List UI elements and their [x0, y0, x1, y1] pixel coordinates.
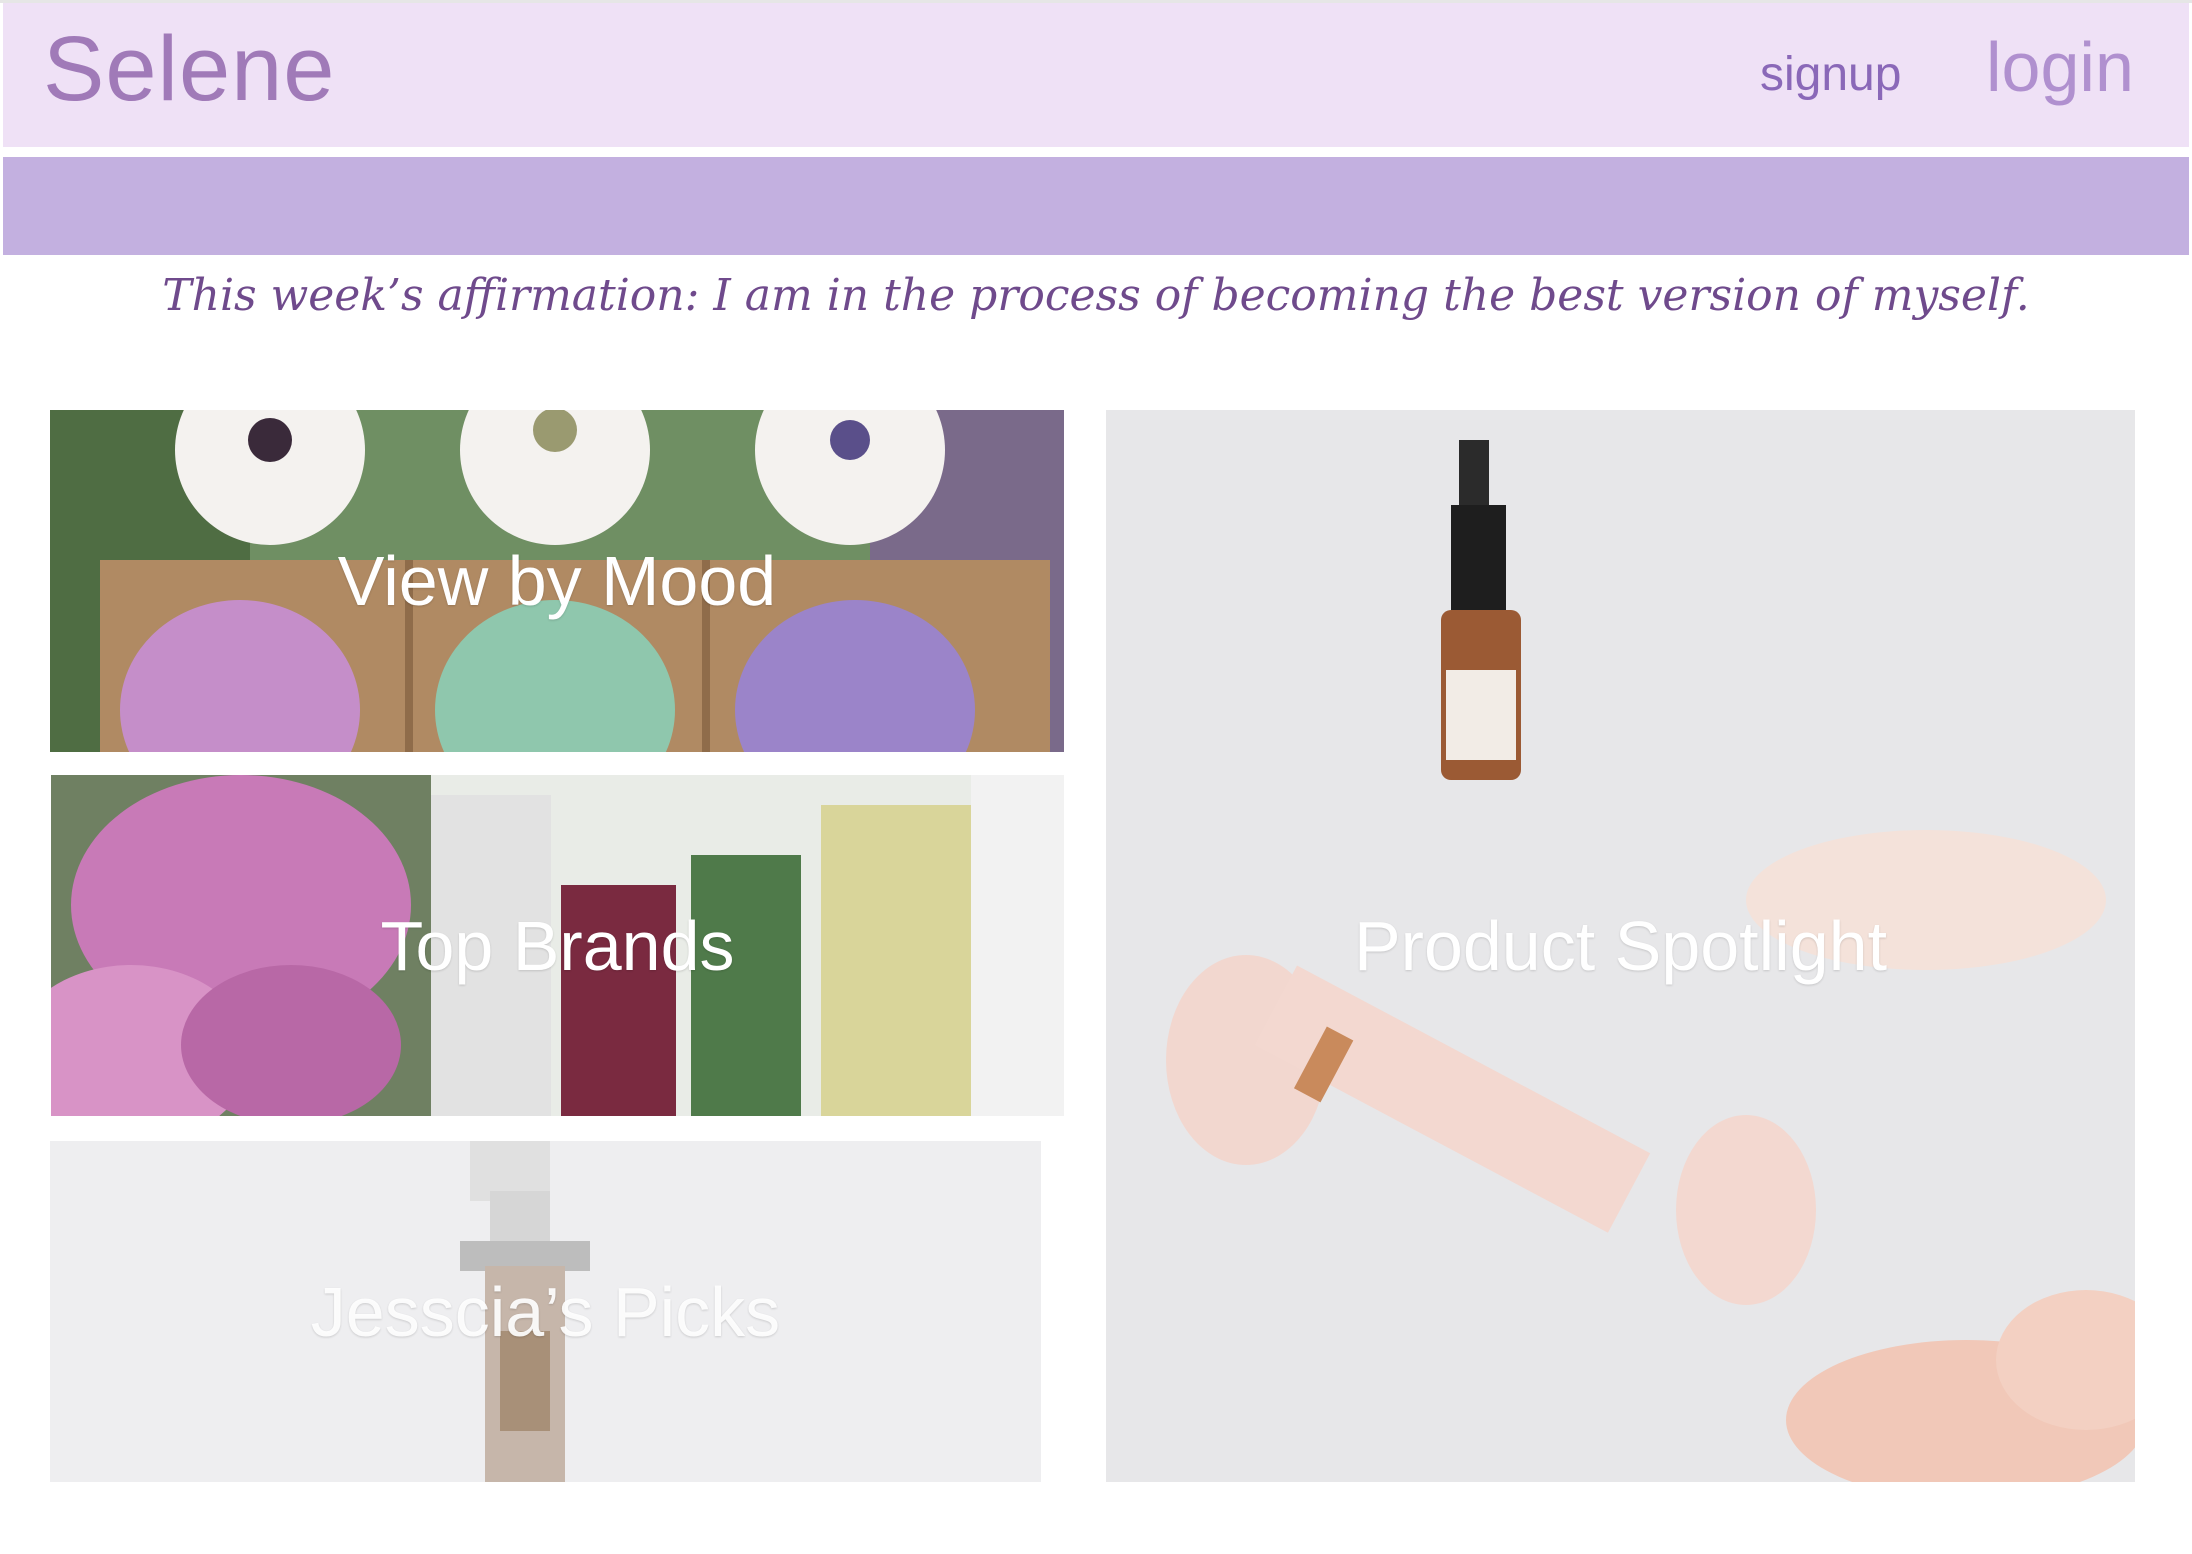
login-link[interactable]: login: [1986, 27, 2134, 107]
nav-band: [3, 157, 2189, 255]
product-spotlight-tile[interactable]: Product Spotlight: [1106, 410, 2135, 1482]
product-spotlight-label: Product Spotlight: [1353, 907, 1888, 985]
view-by-mood-label: View by Mood: [337, 542, 777, 620]
view-by-mood-tile[interactable]: View by Mood: [50, 410, 1064, 752]
brand-logo[interactable]: Selene: [43, 17, 335, 122]
top-brands-tile[interactable]: Top Brands: [51, 775, 1064, 1116]
signup-link[interactable]: signup: [1760, 47, 1901, 102]
weekly-affirmation: This week’s affirmation: I am in the pro…: [162, 270, 2030, 321]
jesscias-picks-label: Jesscia’s Picks: [310, 1272, 781, 1351]
site-header: Selene signup login: [3, 3, 2189, 147]
top-brands-label: Top Brands: [380, 906, 735, 985]
jesscias-picks-tile[interactable]: Jesscia’s Picks: [50, 1141, 1041, 1482]
